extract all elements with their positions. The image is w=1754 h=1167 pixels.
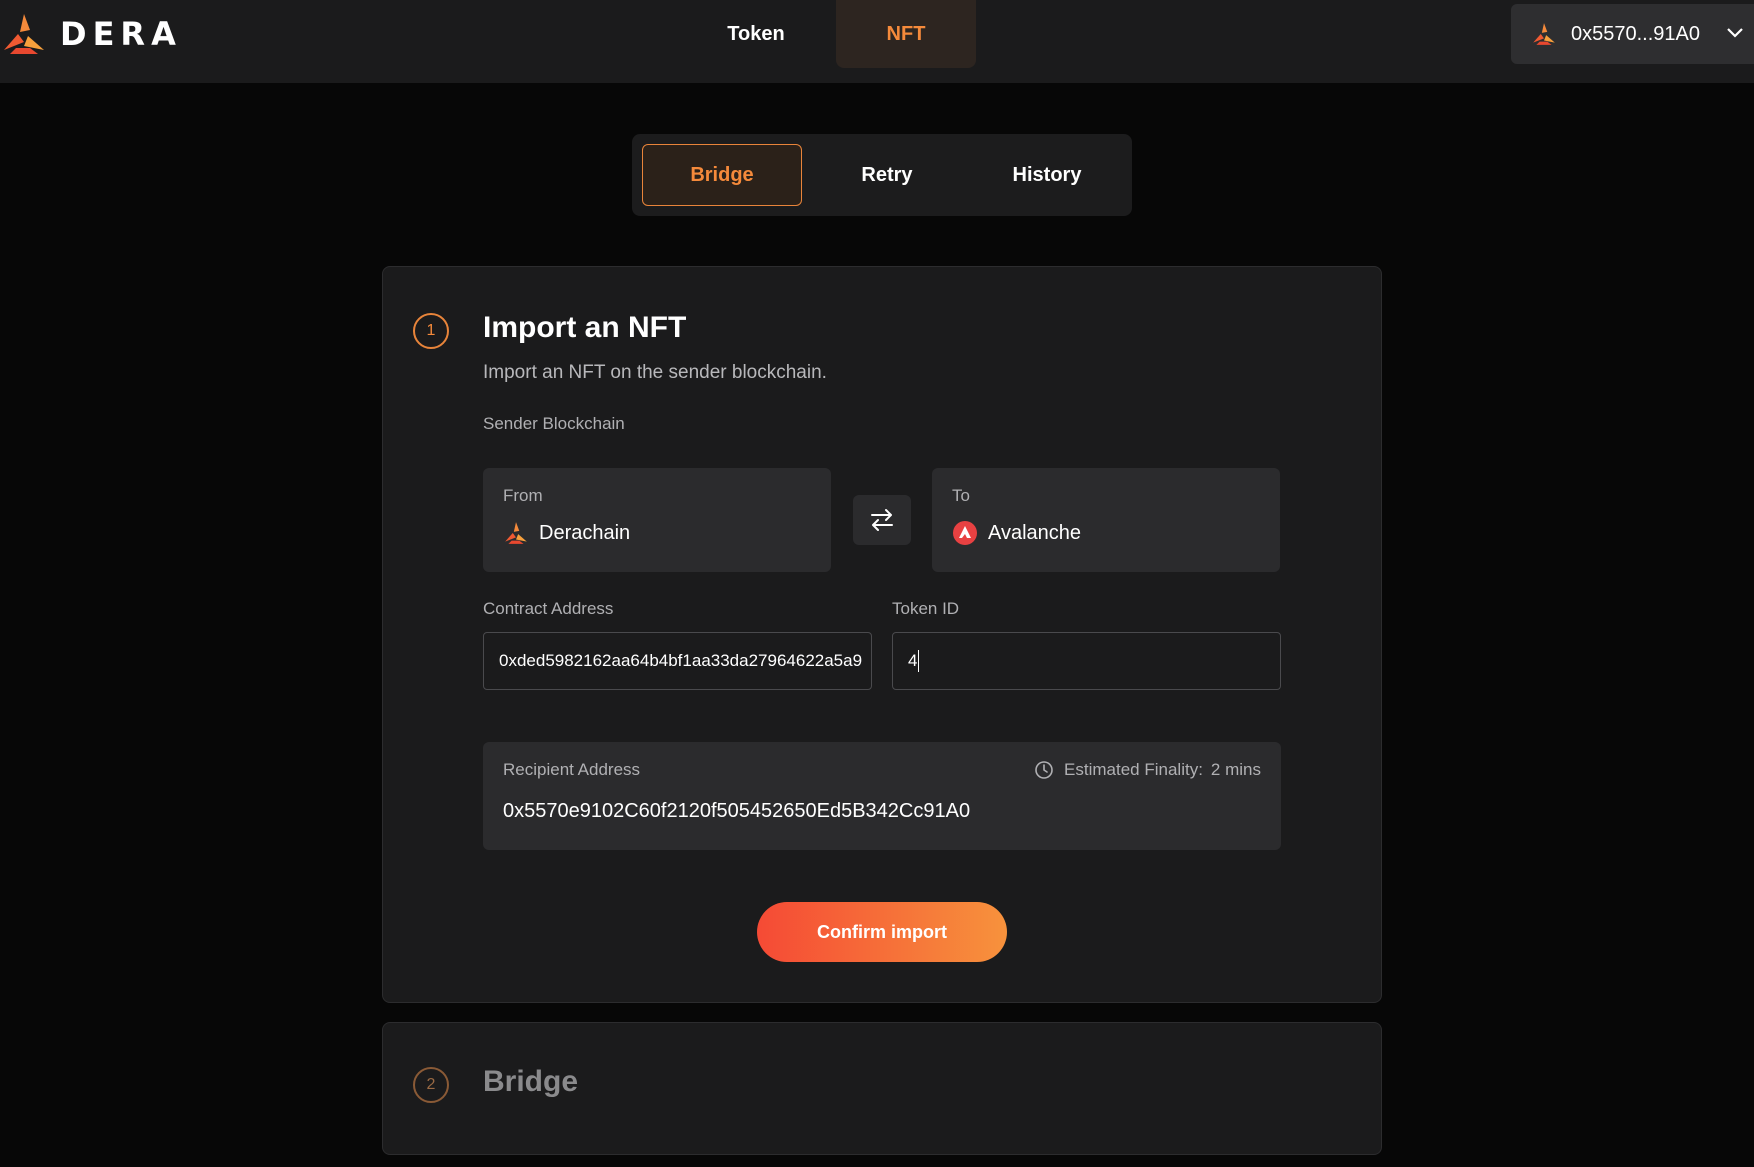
- dera-logo-icon: [1533, 23, 1555, 45]
- contract-address-value: 0xded5982162aa64b4bf1aa33da27964622a5a9: [499, 651, 863, 670]
- to-label: To: [952, 486, 970, 505]
- contract-address-input[interactable]: 0xded5982162aa64b4bf1aa33da27964622a5a9: [483, 632, 872, 690]
- swap-chains-button[interactable]: [853, 495, 911, 545]
- clock-icon: [1035, 761, 1053, 779]
- step-subtitle: Import an NFT on the sender blockchain.: [483, 362, 827, 383]
- brand-name: DERA: [60, 15, 182, 53]
- from-label: From: [503, 486, 543, 505]
- step-number-badge: 1: [413, 313, 449, 349]
- tab-history[interactable]: History: [967, 144, 1127, 206]
- tab-nft[interactable]: NFT: [836, 0, 976, 68]
- tab-nft-label: NFT: [886, 22, 926, 45]
- tab-bridge[interactable]: Bridge: [642, 144, 802, 206]
- step-title: Bridge: [483, 1065, 579, 1098]
- finality-label: Estimated Finality:: [1064, 760, 1203, 779]
- dera-logo-icon: [505, 522, 527, 544]
- step-title: Import an NFT: [483, 311, 687, 344]
- import-nft-card: 1 Import an NFT Import an NFT on the sen…: [382, 266, 1382, 1003]
- estimated-finality: Estimated Finality: 2 mins: [1034, 760, 1261, 780]
- to-chain-name: Avalanche: [988, 521, 1082, 544]
- top-bar: DERA Token NFT 0x5570...91A0: [0, 0, 1754, 83]
- token-id-label: Token ID: [892, 599, 960, 618]
- from-chain-name: Derachain: [539, 521, 631, 544]
- swap-arrows-icon: [871, 509, 893, 531]
- brand-logo[interactable]: DERA: [0, 8, 182, 60]
- mode-tabs: Bridge Retry History: [632, 134, 1132, 216]
- tab-history-label: History: [1012, 163, 1082, 186]
- tab-bridge-label: Bridge: [690, 163, 754, 186]
- step-number-badge: 2: [413, 1067, 449, 1103]
- wallet-button[interactable]: 0x5570...91A0: [1511, 4, 1754, 64]
- dera-logo-icon: [4, 14, 44, 54]
- token-id-value: 4: [908, 651, 918, 670]
- recipient-panel: Recipient Address Estimated Finality: 2 …: [483, 742, 1281, 850]
- tab-retry[interactable]: Retry: [807, 144, 967, 206]
- avalanche-icon: [953, 521, 977, 545]
- chevron-down-icon[interactable]: [1724, 22, 1746, 44]
- recipient-address-value: 0x5570e9102C60f2120f505452650Ed5B342Cc91…: [503, 800, 971, 822]
- recipient-address-label: Recipient Address: [503, 760, 641, 779]
- tab-token-label: Token: [727, 22, 785, 45]
- sender-blockchain-label: Sender Blockchain: [483, 414, 625, 433]
- contract-address-label: Contract Address: [483, 599, 614, 618]
- tab-retry-label: Retry: [861, 163, 913, 186]
- confirm-import-button[interactable]: Confirm import: [757, 902, 1007, 962]
- text-caret: [918, 650, 920, 672]
- token-id-input[interactable]: 4: [892, 632, 1281, 690]
- bridge-step-card: 2 Bridge: [382, 1022, 1382, 1155]
- to-chain-selector[interactable]: To Avalanche: [932, 468, 1280, 572]
- from-chain-selector[interactable]: From Derachain: [483, 468, 831, 572]
- tab-token[interactable]: Token: [676, 0, 836, 68]
- wallet-address: 0x5570...91A0: [1571, 22, 1700, 45]
- confirm-import-label: Confirm import: [817, 921, 947, 942]
- finality-value: 2 mins: [1210, 760, 1261, 779]
